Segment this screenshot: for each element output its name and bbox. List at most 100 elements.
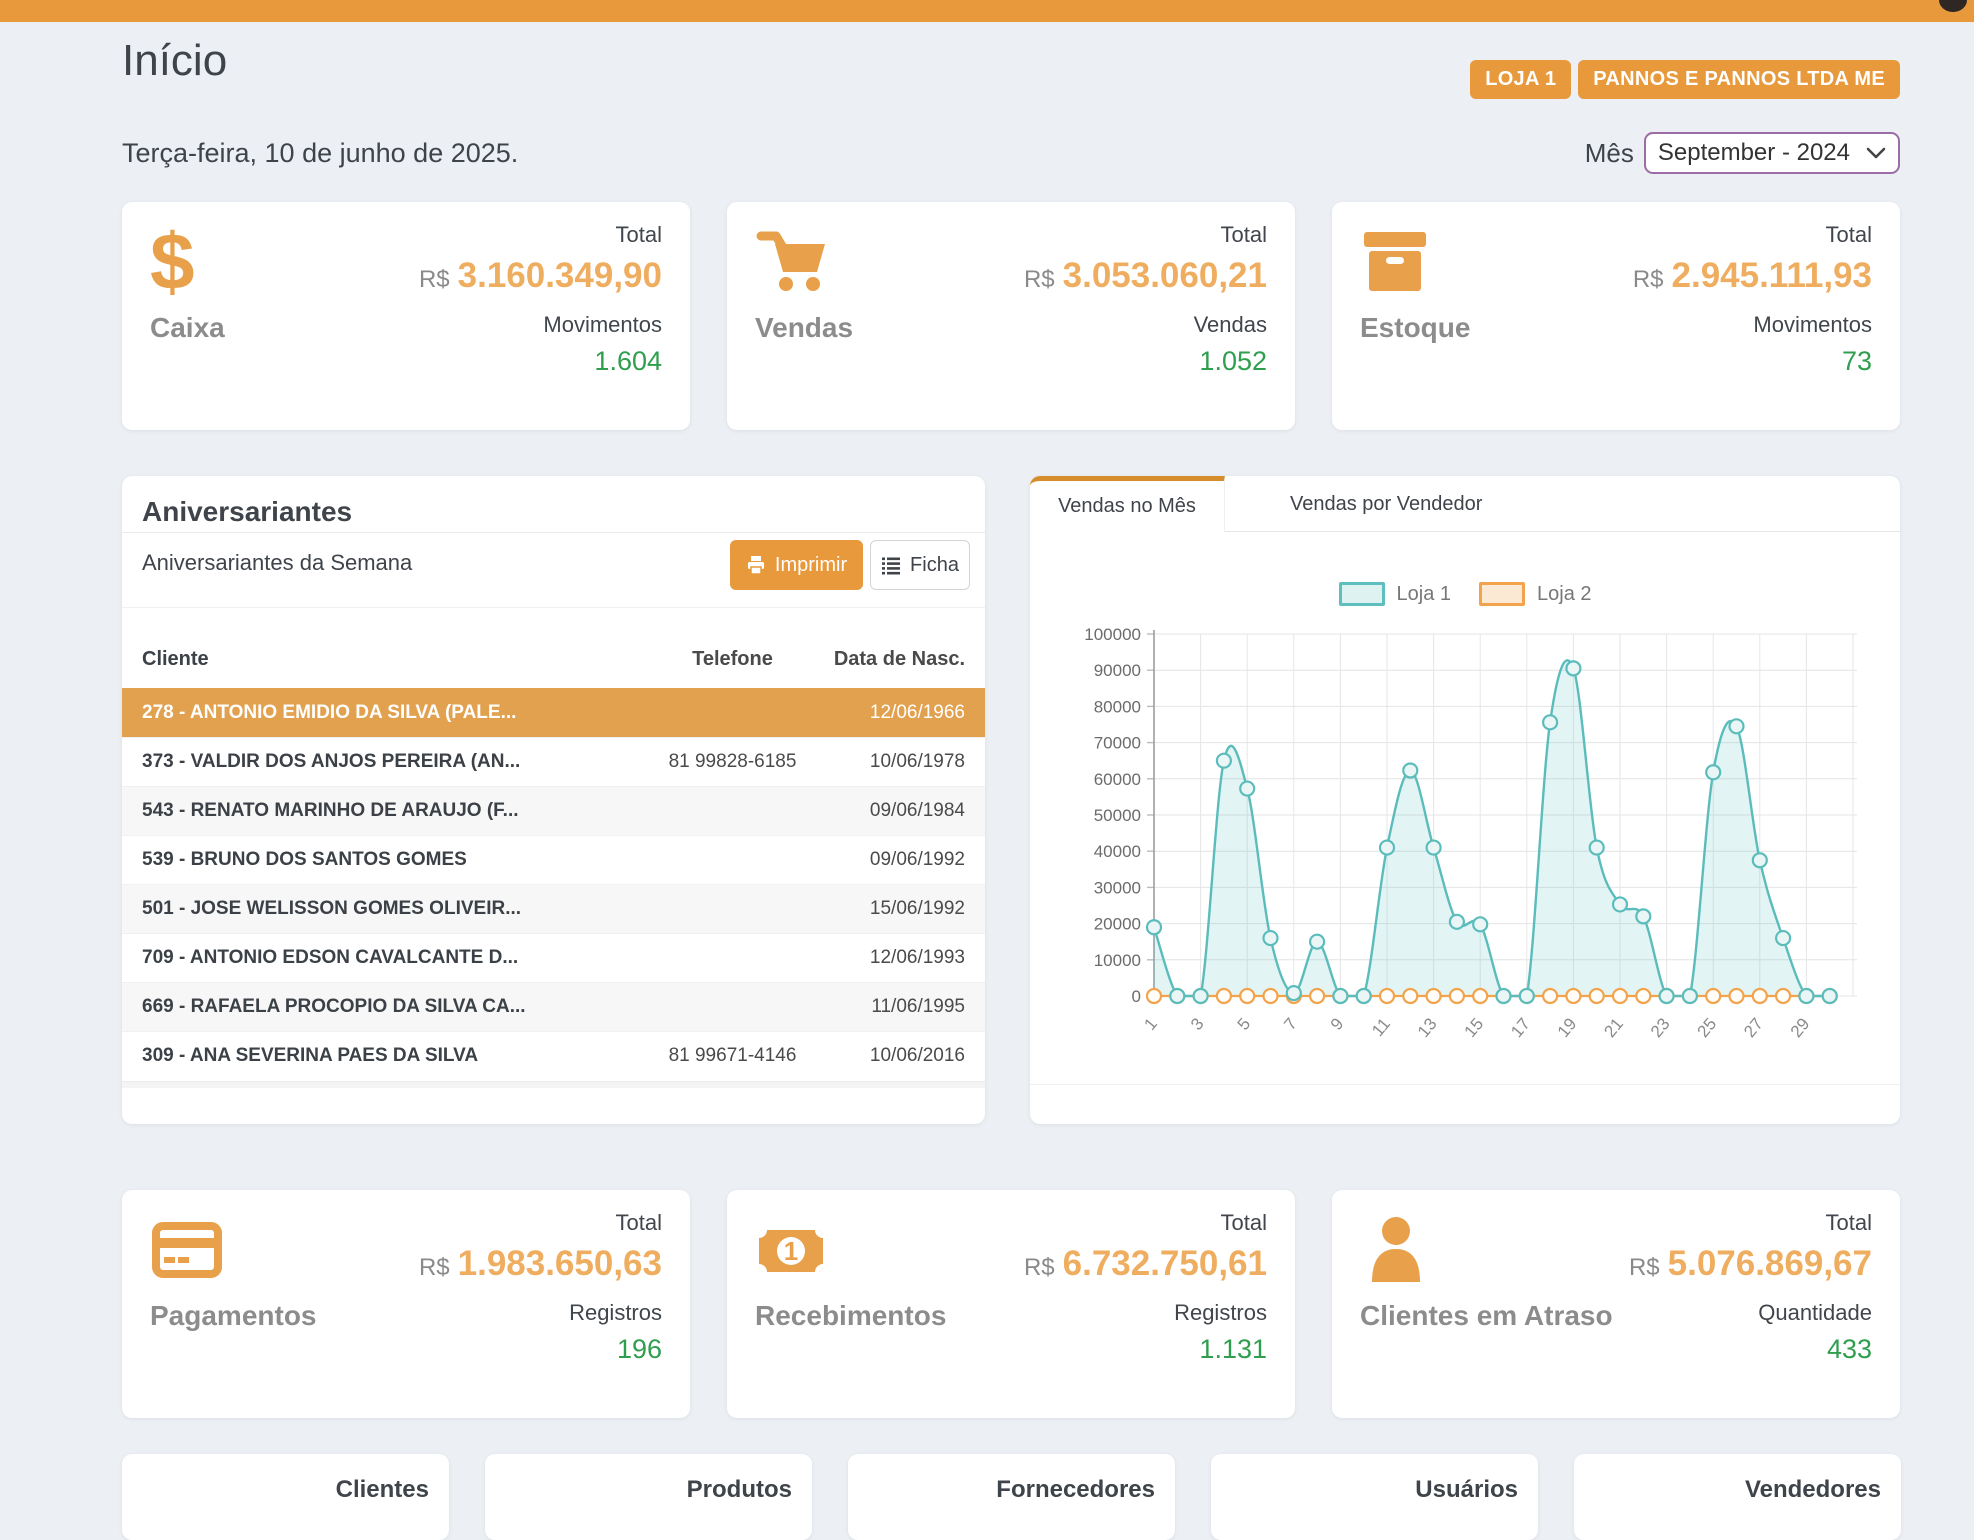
month-label: Mês xyxy=(1585,138,1634,169)
client-cell: 373 - VALDIR DOS ANJOS PEREIRA (AN... xyxy=(122,751,645,773)
sales-panel: Vendas no Mês Vendas por Vendedor Loja 1… xyxy=(1030,476,1900,1124)
svg-text:27: 27 xyxy=(1740,1014,1767,1041)
table-row[interactable]: 709 - ANTONIO EDSON CAVALCANTE D... 12/06… xyxy=(122,933,985,982)
mini-card-vendedores[interactable]: Vendedores xyxy=(1574,1454,1901,1540)
company-badge[interactable]: PANNOS E PANNOS LTDA ME xyxy=(1578,60,1900,99)
divider xyxy=(1030,1084,1900,1085)
count-value: 433 xyxy=(1629,1334,1872,1365)
print-button[interactable]: Imprimir xyxy=(730,540,863,590)
mini-card-usuarios[interactable]: Usuários xyxy=(1211,1454,1538,1540)
table-row[interactable]: 543 - RENATO MARINHO DE ARAUJO (F...09/0… xyxy=(122,786,985,835)
count-value: 1.604 xyxy=(419,346,662,377)
client-cell: 501 - JOSE WELISSON GOMES OLIVEIR... xyxy=(122,898,645,920)
store-badge[interactable]: LOJA 1 xyxy=(1470,60,1571,99)
svg-text:9: 9 xyxy=(1327,1014,1348,1033)
month-filter: Mês September - 2024 xyxy=(1585,132,1900,174)
tab-vendas-no-mes[interactable]: Vendas no Mês xyxy=(1030,476,1225,532)
svg-text:30000: 30000 xyxy=(1094,878,1141,897)
count-label: Quantidade xyxy=(1629,1300,1872,1326)
shopping-cart-icon xyxy=(755,226,833,302)
client-cell: 539 - BRUNO DOS SANTOS GOMES xyxy=(122,849,645,871)
birthdays-subtitle: Aniversariantes da Semana xyxy=(142,550,412,576)
currency-prefix: R$ xyxy=(419,266,450,293)
banknote-icon: 1 xyxy=(755,1214,833,1290)
printer-icon xyxy=(746,555,766,575)
table-row[interactable]: 539 - BRUNO DOS SANTOS GOMES 09/06/1992 xyxy=(122,835,985,884)
mini-card-fornecedores[interactable]: Fornecedores xyxy=(848,1454,1175,1540)
svg-text:7: 7 xyxy=(1280,1014,1301,1033)
stat-card-caixa[interactable]: $ Caixa Total R$3.160.349,90 Movimentos … xyxy=(122,202,690,430)
svg-text:1: 1 xyxy=(1140,1014,1161,1033)
total-value: R$6.732.750,61 xyxy=(1024,1244,1267,1284)
legend-loja1[interactable]: Loja 1 xyxy=(1339,582,1452,606)
count-label: Movimentos xyxy=(1633,312,1872,338)
stat-card-clientes-atraso[interactable]: Clientes em Atraso Total R$5.076.869,67 … xyxy=(1332,1190,1900,1418)
count-label: Registros xyxy=(419,1300,662,1326)
table-row[interactable]: 501 - JOSE WELISSON GOMES OLIVEIR...15/0… xyxy=(122,884,985,933)
svg-text:17: 17 xyxy=(1507,1014,1534,1041)
total-label: Total xyxy=(1024,1210,1267,1236)
total-value: R$1.983.650,63 xyxy=(419,1244,662,1284)
current-date: Terça-feira, 10 de junho de 2025. xyxy=(122,138,518,169)
svg-text:15: 15 xyxy=(1461,1014,1488,1041)
total-label: Total xyxy=(1629,1210,1872,1236)
svg-text:21: 21 xyxy=(1600,1014,1627,1041)
credit-card-icon xyxy=(150,1214,228,1290)
svg-text:23: 23 xyxy=(1647,1014,1674,1041)
client-cell: 543 - RENATO MARINHO DE ARAUJO (F... xyxy=(122,800,645,822)
total-value: R$2.945.111,93 xyxy=(1633,256,1872,296)
sales-month-chart: 0100002000030000400005000060000700008000… xyxy=(1030,612,1900,1082)
mini-card-produtos[interactable]: Produtos xyxy=(485,1454,812,1540)
stat-card-title: Caixa xyxy=(150,312,225,344)
stat-card-vendas[interactable]: Vendas Total R$3.053.060,21 Vendas 1.052 xyxy=(727,202,1295,430)
currency-prefix: R$ xyxy=(1024,1254,1055,1281)
stat-card-title: Recebimentos xyxy=(755,1300,946,1332)
ficha-button[interactable]: Ficha xyxy=(870,540,970,590)
page-title: Início xyxy=(122,36,227,86)
currency-prefix: R$ xyxy=(419,1254,450,1281)
month-select[interactable]: September - 2024 xyxy=(1644,132,1900,174)
stat-card-estoque[interactable]: Estoque Total R$2.945.111,93 Movimentos … xyxy=(1332,202,1900,430)
column-client: Cliente xyxy=(122,648,645,671)
svg-text:10000: 10000 xyxy=(1094,951,1141,970)
birthdate-cell: 12/06/1993 xyxy=(820,947,985,969)
top-bar xyxy=(0,0,1974,22)
stat-card-pagamentos[interactable]: Pagamentos Total R$1.983.650,63 Registro… xyxy=(122,1190,690,1418)
count-label: Registros xyxy=(1024,1300,1267,1326)
phone-cell: 81 99671-4146 xyxy=(645,1045,820,1067)
divider xyxy=(122,607,985,608)
legend-swatch-loja1 xyxy=(1339,582,1385,606)
birthdate-cell: 12/06/1966 xyxy=(820,702,985,724)
svg-text:100000: 100000 xyxy=(1084,625,1141,644)
birthdate-cell: 09/06/1992 xyxy=(820,849,985,871)
divider xyxy=(122,532,985,533)
svg-text:50000: 50000 xyxy=(1094,806,1141,825)
currency-prefix: R$ xyxy=(1024,266,1055,293)
stat-card-recebimentos[interactable]: 1 Recebimentos Total R$6.732.750,61 Regi… xyxy=(727,1190,1295,1418)
table-row[interactable]: 669 - RAFAELA PROCOPIO DA SILVA CA...11/… xyxy=(122,982,985,1031)
count-label: Movimentos xyxy=(419,312,662,338)
svg-text:11: 11 xyxy=(1368,1014,1394,1040)
currency-prefix: R$ xyxy=(1633,266,1664,293)
legend-swatch-loja2 xyxy=(1479,582,1525,606)
birthdays-panel: Aniversariantes Aniversariantes da Seman… xyxy=(122,476,985,1124)
birthdays-table: 278 - ANTONIO EMIDIO DA SILVA (PALE...12… xyxy=(122,688,985,1080)
svg-text:0: 0 xyxy=(1132,987,1141,1006)
svg-text:90000: 90000 xyxy=(1094,661,1141,680)
stat-card-title: Pagamentos xyxy=(150,1300,317,1332)
table-row[interactable]: 373 - VALDIR DOS ANJOS PEREIRA (AN...81 … xyxy=(122,737,985,786)
total-value: R$3.160.349,90 xyxy=(419,256,662,296)
tab-vendas-por-vendedor[interactable]: Vendas por Vendedor xyxy=(1260,476,1512,532)
birthdays-title: Aniversariantes xyxy=(142,496,352,528)
table-row[interactable]: 278 - ANTONIO EMIDIO DA SILVA (PALE...12… xyxy=(122,688,985,737)
svg-text:19: 19 xyxy=(1554,1014,1581,1041)
table-row[interactable]: 309 - ANA SEVERINA PAES DA SILVA81 99671… xyxy=(122,1031,985,1080)
legend-loja2[interactable]: Loja 2 xyxy=(1479,582,1592,606)
total-value: R$3.053.060,21 xyxy=(1024,256,1267,296)
mini-card-clientes[interactable]: Clientes xyxy=(122,1454,449,1540)
total-label: Total xyxy=(1633,222,1872,248)
svg-text:3: 3 xyxy=(1187,1014,1208,1033)
list-icon xyxy=(881,555,901,575)
svg-text:60000: 60000 xyxy=(1094,770,1141,789)
client-cell: 709 - ANTONIO EDSON CAVALCANTE D... xyxy=(122,947,645,969)
